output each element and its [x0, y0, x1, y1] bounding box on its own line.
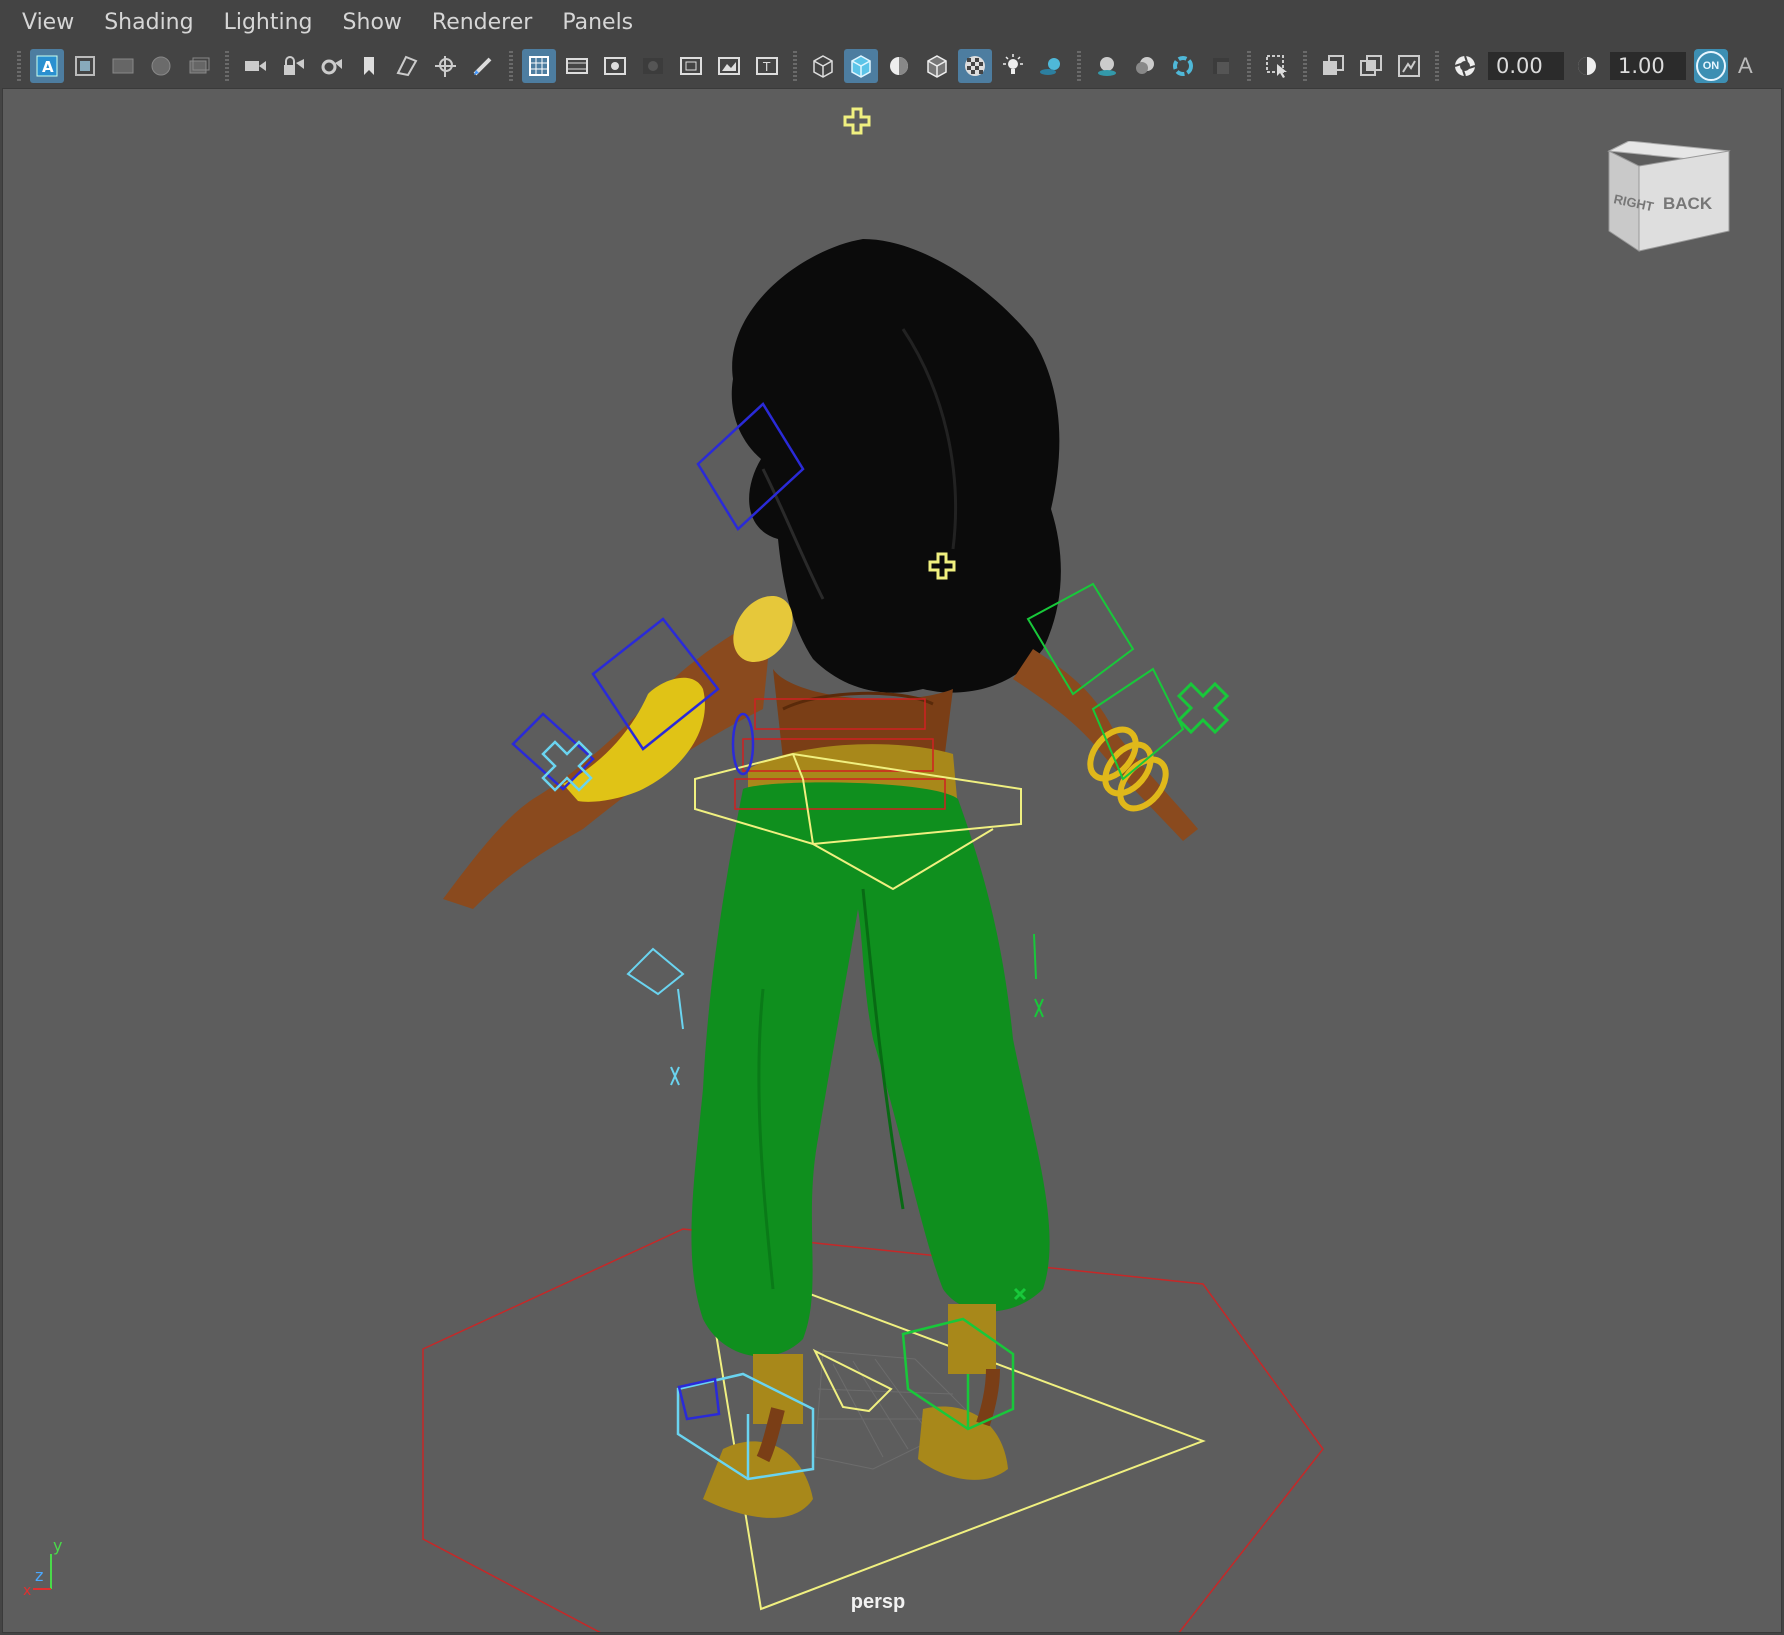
- axis-indicator: y z x: [23, 1536, 62, 1599]
- resolution-gate-icon[interactable]: [598, 49, 632, 83]
- safe-action-icon[interactable]: [712, 49, 746, 83]
- wireframe-icon[interactable]: [806, 49, 840, 83]
- isolate-select-icon[interactable]: [1260, 49, 1294, 83]
- gamma-icon[interactable]: [1570, 49, 1604, 83]
- menu-show[interactable]: Show: [328, 0, 417, 46]
- camera-icon[interactable]: [238, 49, 272, 83]
- backface-icon[interactable]: [1392, 49, 1426, 83]
- lock-camera-icon[interactable]: [276, 49, 310, 83]
- shadows-icon[interactable]: [1034, 49, 1068, 83]
- menu-renderer[interactable]: Renderer: [417, 0, 547, 46]
- grid-icon[interactable]: [522, 49, 556, 83]
- color-management-label: ON: [1696, 51, 1726, 81]
- toolbar-separator: [1303, 51, 1307, 81]
- axis-z-label: z: [35, 1566, 43, 1585]
- menu-lighting[interactable]: Lighting: [209, 0, 328, 46]
- camera-attributes-icon[interactable]: [68, 49, 102, 83]
- toolbar-separator: [1435, 51, 1439, 81]
- motion-blur-icon[interactable]: [1128, 49, 1162, 83]
- pan-zoom-icon[interactable]: [428, 49, 462, 83]
- panel-toolbar: A T 0.00 1.00 ON A: [0, 46, 1784, 86]
- character-pants: [691, 782, 1050, 1357]
- screen-space-ao-icon[interactable]: [1090, 49, 1124, 83]
- exposure-field[interactable]: 0.00: [1488, 52, 1564, 80]
- toolbar-overflow-label: A: [1738, 53, 1753, 78]
- main-control[interactable]: [422, 1228, 1324, 1633]
- menu-shading[interactable]: Shading: [89, 0, 208, 46]
- toolbar-separator: [509, 51, 513, 81]
- bookmark-icon[interactable]: [352, 49, 386, 83]
- toolbar-separator: [793, 51, 797, 81]
- textured-icon[interactable]: [958, 49, 992, 83]
- scene-view: [422, 107, 1324, 1633]
- safe-title-icon[interactable]: T: [750, 49, 784, 83]
- menu-view[interactable]: View: [0, 0, 89, 46]
- menu-panels[interactable]: Panels: [547, 0, 648, 46]
- panel-menu-bar: View Shading Lighting Show Renderer Pane…: [0, 0, 1784, 46]
- depth-of-field-icon[interactable]: [1204, 49, 1238, 83]
- film-gate-icon[interactable]: [560, 49, 594, 83]
- toolbar-separator: [225, 51, 229, 81]
- anti-aliasing-icon[interactable]: [1166, 49, 1200, 83]
- xray-icon[interactable]: [1316, 49, 1350, 83]
- select-camera-icon[interactable]: A: [30, 49, 64, 83]
- toolbar-separator: [17, 51, 21, 81]
- lights-icon[interactable]: [996, 49, 1030, 83]
- field-chart-icon[interactable]: [674, 49, 708, 83]
- viewcube-back-face: BACK: [1663, 194, 1713, 213]
- toolbar-separator: [1077, 51, 1081, 81]
- image-plane-icon[interactable]: [144, 49, 178, 83]
- gamma-field[interactable]: 1.00: [1610, 52, 1686, 80]
- right-wrist-ik-control[interactable]: [1176, 681, 1230, 735]
- bookmarks-icon[interactable]: [106, 49, 140, 83]
- color-management-toggle[interactable]: ON: [1694, 49, 1728, 83]
- image-plane-toggle-icon[interactable]: [390, 49, 424, 83]
- exposure-icon[interactable]: [1448, 49, 1482, 83]
- right-leg-pole-control[interactable]: [1033, 933, 1044, 1018]
- toolbar-separator: [1247, 51, 1251, 81]
- default-material-icon[interactable]: [882, 49, 916, 83]
- two-d-pan-zoom-icon[interactable]: [182, 49, 216, 83]
- svg-text:A: A: [42, 58, 54, 76]
- xray-joints-icon[interactable]: [1354, 49, 1388, 83]
- head-pivot-control[interactable]: [843, 107, 871, 135]
- view-cube[interactable]: RIGHT BACK: [1599, 141, 1739, 271]
- camera-settings-icon[interactable]: [314, 49, 348, 83]
- camera-name-label: persp: [850, 1591, 906, 1613]
- perspective-viewport[interactable]: RIGHT BACK y z x persp: [2, 88, 1782, 1633]
- axis-y-label: y: [53, 1536, 62, 1555]
- smooth-shade-icon[interactable]: [844, 49, 878, 83]
- left-leg-pole-control[interactable]: [626, 947, 685, 1086]
- maya-viewport-window: View Shading Lighting Show Renderer Pane…: [0, 0, 1784, 1635]
- gate-mask-icon[interactable]: [636, 49, 670, 83]
- svg-text:T: T: [762, 60, 771, 74]
- grease-pencil-icon[interactable]: [466, 49, 500, 83]
- wireframe-on-shaded-icon[interactable]: [920, 49, 954, 83]
